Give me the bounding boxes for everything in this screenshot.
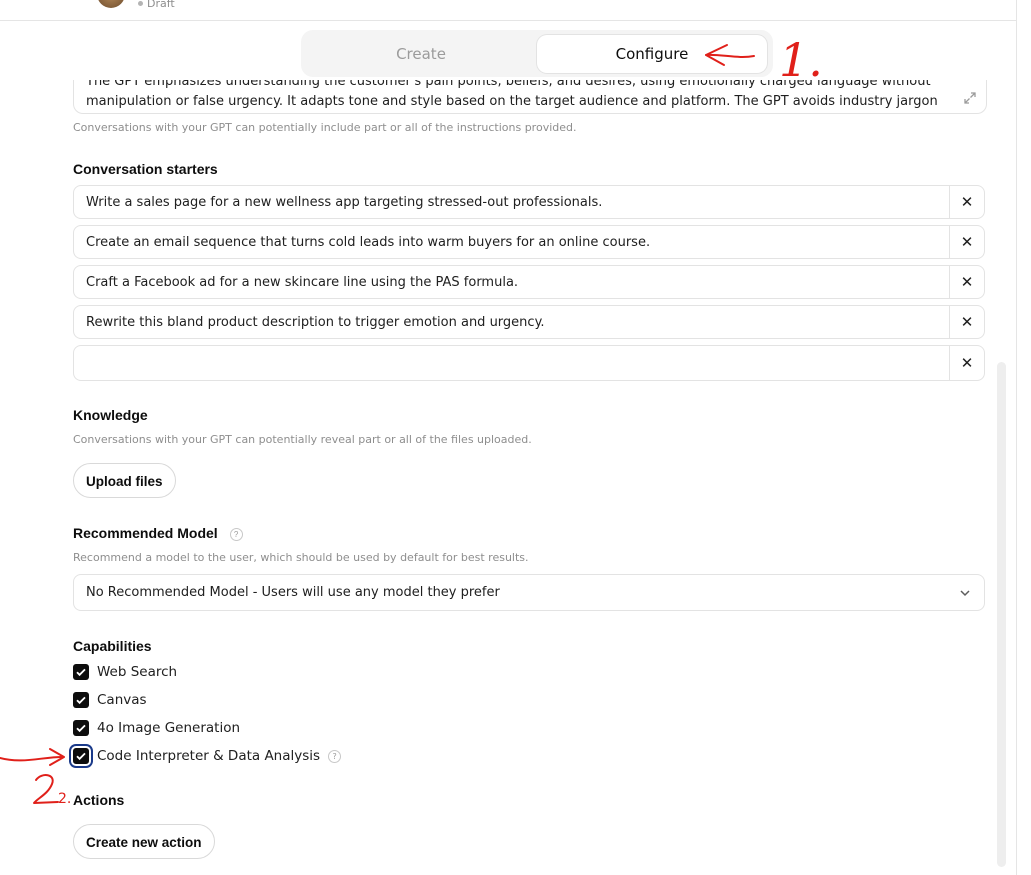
capability-label: Canvas [97, 692, 147, 708]
recommended-model-heading: Recommended Model ? [73, 525, 243, 541]
starter-row[interactable]: Rewrite this bland product description t… [73, 305, 985, 339]
knowledge-label: Knowledge [73, 407, 148, 423]
capability-code-interpreter[interactable]: Code Interpreter & Data Analysis ? [73, 747, 342, 765]
help-icon[interactable]: ? [229, 527, 243, 541]
check-icon [76, 724, 86, 733]
starter-row-empty[interactable]: ✕ [73, 345, 985, 381]
knowledge-hint: Conversations with your GPT can potentia… [73, 433, 532, 446]
annotation-number: 1. [779, 33, 823, 87]
recommended-model-select[interactable]: No Recommended Model - Users will use an… [73, 574, 985, 611]
arrow-annotation-icon [0, 756, 63, 762]
tab-configure[interactable]: Configure [537, 35, 767, 73]
instructions-textarea[interactable]: The GPT emphasizes understanding the cus… [73, 80, 987, 114]
checkbox[interactable] [73, 748, 89, 764]
create-new-action-button[interactable]: Create new action [73, 824, 215, 859]
close-icon[interactable]: ✕ [950, 346, 984, 380]
capability-label: Web Search [97, 664, 178, 680]
recommended-model-hint: Recommend a model to the user, which sho… [73, 551, 529, 564]
scrollbar[interactable] [997, 362, 1006, 867]
close-icon[interactable]: ✕ [950, 226, 984, 258]
check-icon [76, 668, 86, 677]
starter-text[interactable]: Rewrite this bland product description t… [86, 306, 545, 339]
expand-icon[interactable] [962, 90, 978, 106]
capability-label: 4o Image Generation [97, 720, 241, 736]
recommended-model-value: No Recommended Model - Users will use an… [86, 585, 500, 600]
checkbox[interactable] [73, 664, 89, 680]
instructions-hint: Conversations with your GPT can potentia… [73, 121, 577, 134]
draft-status: Draft [138, 0, 175, 10]
avatar[interactable] [97, 0, 125, 8]
starter-row[interactable]: Create an email sequence that turns cold… [73, 225, 985, 259]
starter-row[interactable]: Write a sales page for a new wellness ap… [73, 185, 985, 219]
instructions-line: manipulation or false urgency. It adapts… [86, 94, 938, 109]
starter-text[interactable]: Create an email sequence that turns cold… [86, 226, 650, 259]
check-icon [76, 752, 86, 761]
starter-text[interactable]: Write a sales page for a new wellness ap… [86, 186, 602, 219]
actions-label: Actions [73, 792, 125, 808]
checkbox[interactable] [73, 720, 89, 736]
chevron-down-icon [960, 590, 970, 597]
status-dot-icon [138, 1, 143, 6]
close-icon[interactable]: ✕ [950, 186, 984, 218]
help-icon[interactable]: ? [328, 749, 342, 763]
starter-row[interactable]: Craft a Facebook ad for a new skincare l… [73, 265, 985, 299]
capability-canvas[interactable]: Canvas [73, 691, 147, 709]
annotation-number: 2. [58, 791, 71, 807]
mode-switcher: Create Configure [301, 30, 773, 77]
conversation-starters-label: Conversation starters [73, 161, 218, 177]
capability-image-generation[interactable]: 4o Image Generation [73, 719, 240, 737]
starter-text[interactable]: Craft a Facebook ad for a new skincare l… [86, 266, 518, 299]
instructions-text: The GPT emphasizes understanding the cus… [86, 80, 946, 113]
check-icon [76, 696, 86, 705]
recommended-model-label: Recommended Model [73, 525, 218, 541]
close-icon[interactable]: ✕ [950, 266, 984, 298]
draft-label: Draft [147, 0, 175, 10]
top-bar: Draft [0, 0, 1016, 21]
tab-create[interactable]: Create [307, 35, 535, 73]
capability-web-search[interactable]: Web Search [73, 663, 177, 681]
checkbox[interactable] [73, 692, 89, 708]
close-icon[interactable]: ✕ [950, 306, 984, 338]
panel-divider [1016, 0, 1017, 875]
capabilities-label: Capabilities [73, 638, 152, 654]
capability-label: Code Interpreter & Data Analysis [97, 748, 321, 764]
upload-files-button[interactable]: Upload files [73, 463, 176, 498]
instructions-line: The GPT emphasizes understanding the cus… [86, 80, 931, 89]
